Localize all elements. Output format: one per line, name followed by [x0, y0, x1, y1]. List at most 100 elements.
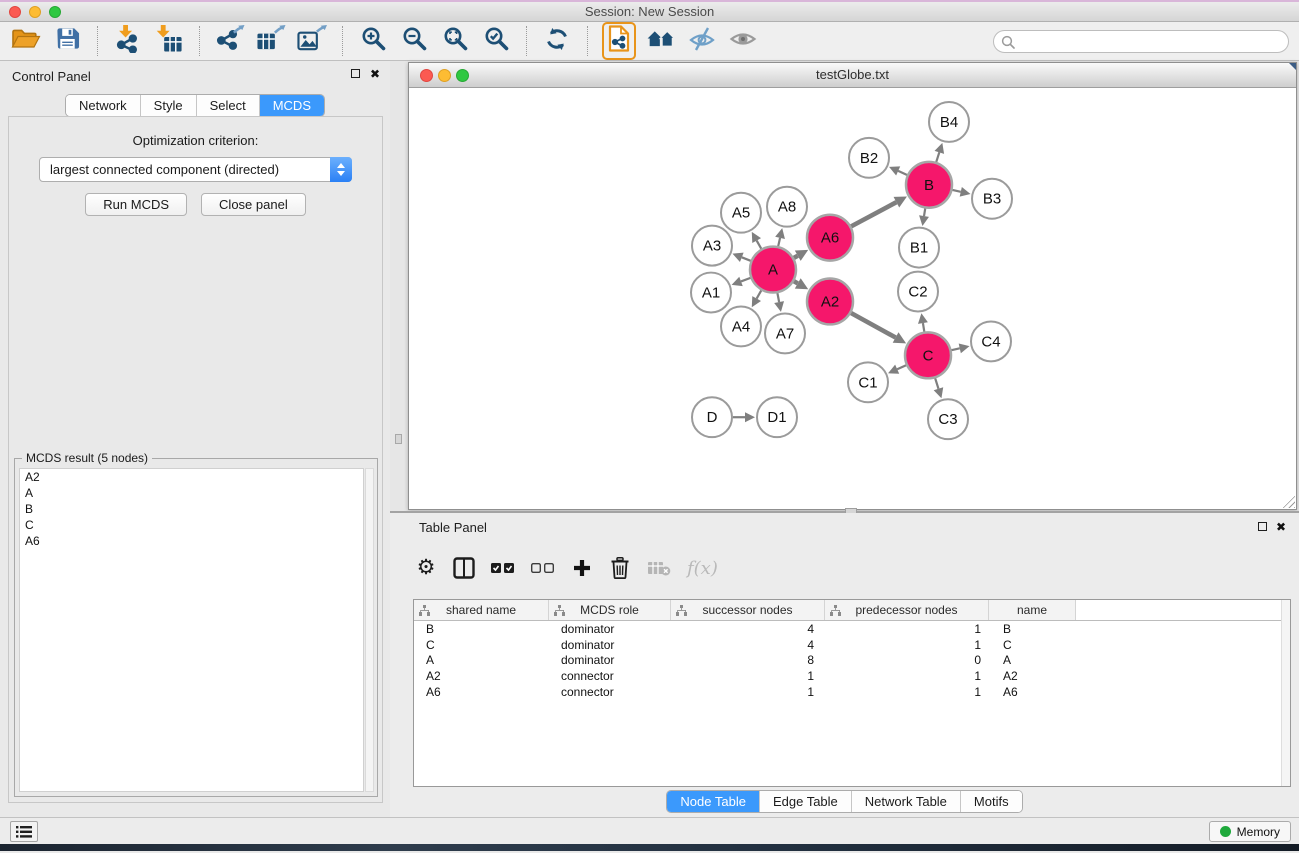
graph-edge[interactable]	[936, 152, 939, 162]
add-column-button[interactable]	[571, 558, 593, 578]
table-row[interactable]: A6connector11A6	[414, 684, 1290, 700]
graph-edge[interactable]	[794, 281, 798, 283]
column-header-successor-nodes[interactable]: successor nodes	[671, 600, 825, 620]
eye-slash-icon	[688, 26, 716, 57]
zoom-fit-icon	[442, 25, 469, 57]
zoom-window-button[interactable]	[49, 6, 61, 18]
split-panel-button[interactable]	[453, 557, 475, 579]
network-document-button[interactable]	[602, 22, 636, 60]
column-header-name[interactable]: name	[989, 600, 1076, 620]
graph-edge-arrowhead	[960, 187, 971, 197]
search-input[interactable]	[1020, 32, 1282, 51]
table-cell: 1	[825, 669, 989, 683]
graph-edge[interactable]	[952, 190, 960, 192]
task-history-button[interactable]	[10, 821, 38, 842]
graph-edge[interactable]	[777, 293, 779, 302]
select-stepper[interactable]	[330, 157, 352, 182]
graph-edge[interactable]	[935, 378, 938, 389]
export-table-button[interactable]	[255, 25, 287, 57]
show-annotations-button[interactable]	[727, 25, 759, 57]
network-minimize-button[interactable]	[438, 69, 451, 82]
table-row[interactable]: Cdominator41C	[414, 637, 1290, 653]
home-layout-button[interactable]	[645, 25, 677, 57]
graph-edge[interactable]	[778, 238, 780, 246]
graph-edge[interactable]	[741, 278, 750, 282]
tab-motifs[interactable]: Motifs	[960, 791, 1022, 812]
result-item[interactable]: A	[20, 485, 363, 501]
zoom-selected-button[interactable]	[480, 25, 512, 57]
import-table-button[interactable]	[153, 25, 185, 57]
graph-edge[interactable]	[951, 348, 959, 350]
column-header-mcds-role[interactable]: MCDS role	[549, 600, 671, 620]
zoom-fit-button[interactable]	[439, 25, 471, 57]
table-scrollbar[interactable]	[1281, 600, 1290, 786]
search-box[interactable]	[993, 30, 1289, 53]
run-mcds-button[interactable]: Run MCDS	[85, 193, 187, 216]
tab-edge-table[interactable]: Edge Table	[759, 791, 851, 812]
table-row[interactable]: Adominator80A	[414, 652, 1290, 668]
table-settings-button[interactable]: ⚙	[415, 557, 437, 579]
control-panel-close-button[interactable]: ✖	[370, 69, 380, 79]
import-network-button[interactable]	[112, 25, 144, 57]
hide-annotations-button[interactable]	[686, 25, 718, 57]
tab-mcds[interactable]: MCDS	[259, 95, 324, 116]
result-item[interactable]: B	[20, 501, 363, 517]
graph-edge[interactable]	[757, 290, 762, 298]
network-canvas[interactable]: B4B2BB3A8A5A6A3B1AC2A1A2A4A7C4CC1DD1C3	[409, 89, 1296, 509]
table-cell: 1	[825, 638, 989, 652]
memory-button[interactable]: Memory	[1209, 821, 1291, 842]
open-session-button[interactable]	[10, 25, 42, 57]
table-cell: A2	[414, 669, 549, 683]
graph-edge[interactable]	[757, 241, 762, 249]
refresh-button[interactable]	[541, 25, 573, 57]
graph-edge[interactable]	[851, 313, 896, 338]
graph-edge[interactable]	[898, 171, 907, 175]
result-item[interactable]: A2	[20, 469, 363, 485]
zoom-in-button[interactable]	[357, 25, 389, 57]
graph-edge[interactable]	[742, 257, 751, 260]
column-header-predecessor-nodes[interactable]: predecessor nodes	[825, 600, 989, 620]
delete-table-button[interactable]	[647, 560, 671, 576]
graph-edge[interactable]	[923, 323, 924, 332]
tab-network[interactable]: Network	[66, 95, 140, 116]
table-row[interactable]: A2connector11A2	[414, 668, 1290, 684]
network-close-button[interactable]	[420, 69, 433, 82]
result-scrollbar[interactable]	[365, 468, 374, 792]
table-panel-close-button[interactable]: ✖	[1276, 522, 1286, 532]
close-panel-button[interactable]: Close panel	[201, 193, 306, 216]
tab-style[interactable]: Style	[140, 95, 196, 116]
control-panel-float-button[interactable]	[351, 69, 360, 78]
search-icon	[1001, 35, 1016, 50]
table-panel-float-button[interactable]	[1258, 522, 1267, 531]
tab-network-table[interactable]: Network Table	[851, 791, 960, 812]
minimize-window-button[interactable]	[29, 6, 41, 18]
zoom-out-button[interactable]	[398, 25, 430, 57]
node-table[interactable]: shared name MCDS role successor nodes pr…	[413, 599, 1291, 787]
graph-node-label: C3	[938, 411, 957, 428]
table-row[interactable]: Bdominator41B	[414, 621, 1290, 637]
select-all-columns-button[interactable]	[491, 562, 515, 574]
eye-icon	[729, 28, 757, 55]
column-header-shared-name[interactable]: shared name	[414, 600, 549, 620]
mcds-result-list[interactable]: A2ABCA6	[19, 468, 364, 792]
close-window-button[interactable]	[9, 6, 21, 18]
tab-select[interactable]: Select	[196, 95, 259, 116]
graph-edge[interactable]	[897, 365, 906, 369]
save-session-button[interactable]	[51, 25, 83, 57]
graph-edge[interactable]	[794, 256, 798, 258]
tab-node-table[interactable]: Node Table	[667, 791, 759, 812]
result-item[interactable]: A6	[20, 533, 363, 549]
export-image-button[interactable]	[296, 25, 328, 57]
export-network-button[interactable]	[214, 25, 246, 57]
function-builder-button[interactable]: f(x)	[687, 558, 718, 579]
table-cell: A6	[989, 685, 1076, 699]
vertical-splitter-handle[interactable]	[395, 434, 402, 444]
graph-edge[interactable]	[924, 208, 925, 216]
result-item[interactable]: C	[20, 517, 363, 533]
deselect-all-columns-button[interactable]	[531, 562, 555, 574]
criterion-select[interactable]: largest connected component (directed)	[39, 157, 352, 182]
network-zoom-button[interactable]	[456, 69, 469, 82]
delete-column-button[interactable]	[609, 557, 631, 579]
graph-edge[interactable]	[851, 202, 896, 226]
network-window-titlebar[interactable]: testGlobe.txt	[409, 63, 1296, 88]
